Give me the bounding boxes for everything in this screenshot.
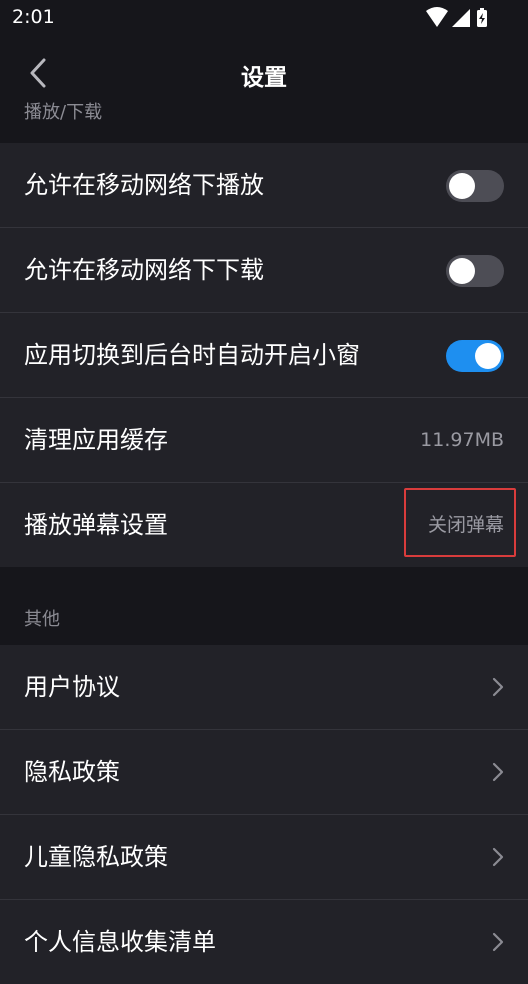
menu-label: 个人信息收集清单 [24, 928, 216, 956]
section-label-playback: 播放/下载 [24, 102, 103, 123]
chevron-right-icon [492, 762, 504, 782]
signal-icon [452, 9, 470, 27]
menu-label: 隐私政策 [24, 758, 120, 786]
danmaku-value[interactable]: 关闭弹幕 [428, 483, 504, 567]
auto-pip-toggle[interactable] [446, 340, 504, 372]
chevron-right-icon [492, 932, 504, 952]
menu-label: 儿童隐私政策 [24, 843, 168, 871]
toggle-knob [475, 343, 501, 369]
mobile-download-toggle[interactable] [446, 255, 504, 287]
menu-privacy-policy[interactable]: 隐私政策 [0, 729, 528, 814]
mobile-play-toggle[interactable] [446, 170, 504, 202]
status-bar: 2:01 [0, 0, 528, 36]
setting-label: 允许在移动网络下下载 [24, 256, 264, 284]
menu-user-agreement[interactable]: 用户协议 [0, 645, 528, 729]
toggle-knob [449, 173, 475, 199]
chevron-right-icon [492, 847, 504, 867]
section-label-other: 其他 [24, 609, 60, 630]
toggle-knob [449, 258, 475, 284]
chevron-right-icon [492, 677, 504, 697]
menu-child-privacy-policy[interactable]: 儿童隐私政策 [0, 814, 528, 899]
setting-clear-cache[interactable]: 清理应用缓存 11.97MB [0, 397, 528, 482]
status-icons [426, 7, 487, 27]
cache-size: 11.97MB [420, 429, 504, 451]
setting-label: 应用切换到后台时自动开启小窗 [24, 341, 360, 369]
setting-mobile-download[interactable]: 允许在移动网络下下载 [0, 227, 528, 312]
wifi-icon [426, 7, 448, 27]
playback-settings-group: 允许在移动网络下播放 允许在移动网络下下载 应用切换到后台时自动开启小窗 清理应… [0, 143, 528, 567]
menu-personal-info-list[interactable]: 个人信息收集清单 [0, 899, 528, 984]
setting-danmaku[interactable]: 播放弹幕设置 关闭弹幕 [0, 482, 528, 567]
setting-auto-pip[interactable]: 应用切换到后台时自动开启小窗 [0, 312, 528, 397]
setting-label: 清理应用缓存 [24, 426, 168, 454]
setting-label: 允许在移动网络下播放 [24, 171, 264, 199]
page-title: 设置 [241, 65, 287, 91]
menu-label: 用户协议 [24, 673, 120, 701]
setting-mobile-play[interactable]: 允许在移动网络下播放 [0, 143, 528, 227]
setting-label: 播放弹幕设置 [24, 511, 168, 539]
other-settings-group: 用户协议 隐私政策 儿童隐私政策 个人信息收集清单 [0, 645, 528, 984]
status-time: 2:01 [12, 6, 55, 28]
